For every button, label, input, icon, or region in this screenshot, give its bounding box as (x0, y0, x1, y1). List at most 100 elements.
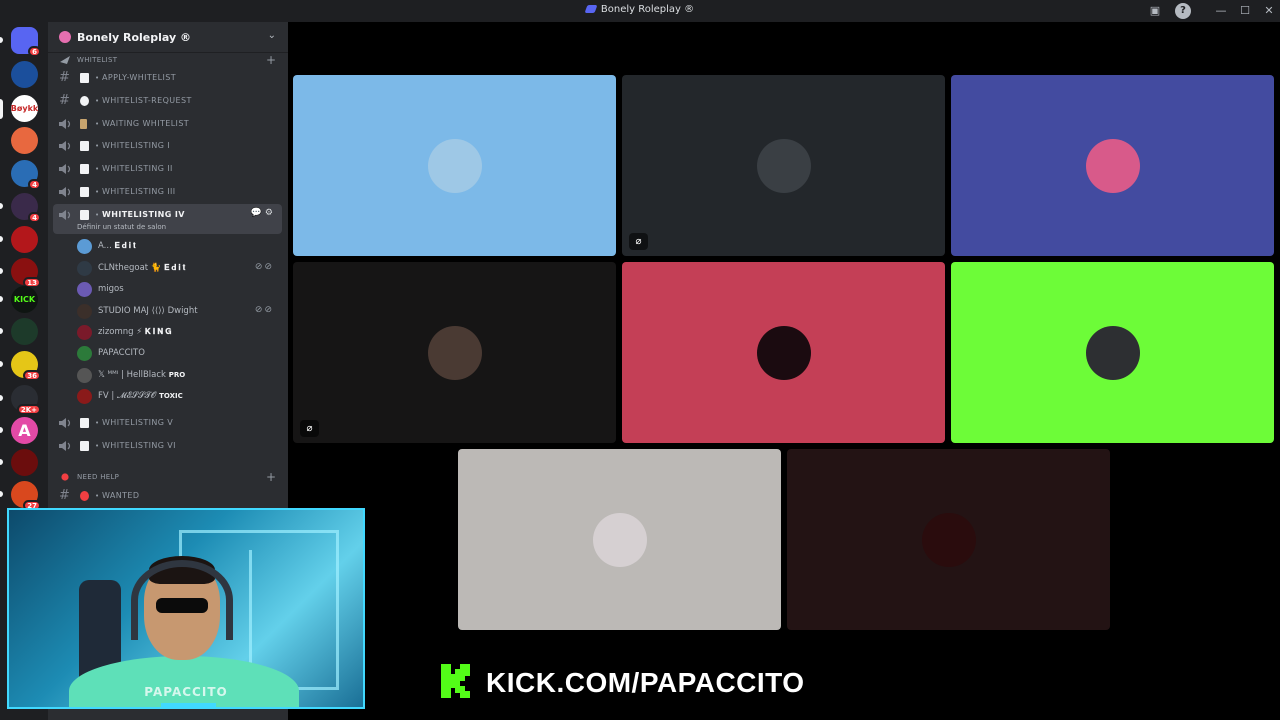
avatar (77, 346, 92, 361)
avatar (77, 239, 92, 254)
server-7-icon[interactable] (11, 226, 38, 253)
hash-icon: # (59, 93, 70, 108)
unread-pill (0, 99, 3, 119)
channel-status[interactable]: Définir un statut de salon (77, 223, 166, 231)
server-header[interactable]: Bonely Roleplay ® ⌄ (48, 22, 288, 53)
server-14-icon[interactable] (11, 449, 38, 476)
category-whitelist[interactable]: WHITELIST + (48, 53, 288, 68)
mention-badge: 36 (23, 370, 41, 381)
voice-user[interactable]: PAPACCITO (77, 344, 282, 364)
server-5-icon[interactable]: 4 (11, 160, 41, 190)
channel-name: WHITELISTING IV (102, 210, 185, 219)
category-label: WHITELIST (77, 56, 118, 64)
server-2-icon[interactable] (11, 61, 38, 88)
video-tile-1[interactable] (293, 75, 616, 256)
channel-whitelisting-iv[interactable]: • WHITELISTING IV Définir un statut de sal… (53, 204, 282, 234)
server-8-icon[interactable]: 13 (11, 258, 41, 288)
camera-off-icon: ⌀ (629, 233, 648, 250)
channel-whitelisting-v[interactable]: • WHITELISTING V (53, 412, 282, 434)
voice-user-name: PAPACCITO (98, 348, 145, 358)
title-bar: Bonely Roleplay ® ▣ ? — ☐ ✕ (0, 0, 1280, 22)
video-tile-7[interactable] (458, 449, 781, 630)
participant-avatar (428, 139, 482, 193)
voice-user-label: STUDIO MAJ ⟨⟨⟩⟩ Dwight (98, 306, 198, 316)
server-15-icon[interactable]: 27 (11, 481, 41, 511)
voice-user-name: zizomng ⚡ (98, 327, 143, 337)
voice-user-label: zizomng ⚡ 𝐊𝐈𝐍𝐆 (98, 327, 173, 337)
mention-badge: 4 (28, 179, 41, 190)
server-kick-icon[interactable]: KICK (11, 286, 38, 313)
add-channel-icon[interactable]: + (266, 470, 276, 484)
channel-waiting-whitelist[interactable]: • WAITING WHITELIST (53, 113, 282, 135)
channel-wanted[interactable]: # • WANTED (53, 485, 282, 507)
channel-name: WAITING WHITELIST (102, 119, 190, 128)
server-6-icon[interactable]: 4 (11, 193, 41, 223)
discord-icon (584, 5, 598, 13)
unread-pill (0, 328, 3, 334)
unread-pill (0, 268, 3, 274)
minimize-button[interactable]: — (1213, 3, 1229, 19)
user-tag: TOXIC (159, 392, 183, 400)
plane-icon (60, 56, 70, 64)
voice-user-name: A... (98, 241, 112, 251)
help-icon[interactable]: ? (1175, 3, 1191, 19)
voice-user[interactable]: STUDIO MAJ ⟨⟨⟩⟩ Dwight ⊘⊘ (77, 302, 282, 322)
avatar (77, 304, 92, 319)
channel-emoji-icon (80, 141, 89, 151)
channel-whitelist-request[interactable]: # • WHITELIST-REQUEST (53, 90, 282, 112)
video-tile-8[interactable] (787, 449, 1110, 630)
participant-avatar (757, 139, 811, 193)
speaker-icon (59, 210, 71, 220)
voice-user[interactable]: 𝕏 ᴹᴹᴵ | HellBlack PRO (77, 366, 282, 386)
channel-emoji-icon (80, 418, 89, 428)
window-title: Bonely Roleplay ® (0, 4, 1280, 15)
video-tile-3[interactable] (951, 75, 1274, 256)
voice-user[interactable]: migos (77, 280, 282, 300)
unread-pill (0, 236, 3, 242)
server-4-icon[interactable] (11, 127, 38, 154)
webcam-accent-bar (161, 703, 216, 707)
voice-user[interactable]: FV | 𝓜𝓔𝓢𝓢𝓣𝓞 TOXIC (77, 387, 282, 407)
separator-dot: • (95, 142, 100, 150)
channel-whitelisting-ii[interactable]: • WHITELISTING II (53, 158, 282, 180)
voice-user[interactable]: A... 𝐄𝐝𝐢𝐭 (77, 237, 282, 257)
separator-dot: • (95, 165, 100, 173)
video-tile-4[interactable]: ⌀ (293, 262, 616, 443)
server-13-icon[interactable]: A (11, 417, 38, 444)
server-icon (59, 31, 71, 43)
participant-avatar (922, 513, 976, 567)
voice-user[interactable]: zizomng ⚡ 𝐊𝐈𝐍𝐆 (77, 323, 282, 343)
channel-actions[interactable]: 💬⚙ (251, 208, 276, 218)
user-tag: 𝐄𝐝𝐢𝐭 (164, 263, 188, 272)
mention-badge: 6 (28, 46, 41, 57)
server-11-icon[interactable]: 36 (11, 351, 41, 381)
avatar (77, 282, 92, 297)
channel-whitelisting-i[interactable]: • WHITELISTING I (53, 135, 282, 157)
video-tile-6[interactable] (951, 262, 1274, 443)
unread-pill (0, 203, 3, 209)
video-tile-2[interactable]: ⌀ (622, 75, 945, 256)
channel-name: WHITELISTING VI (102, 441, 176, 450)
category-need-help[interactable]: NEED HELP + (48, 470, 288, 485)
maximize-button[interactable]: ☐ (1237, 3, 1253, 19)
avatar (77, 389, 92, 404)
separator-dot: • (95, 97, 100, 105)
chevron-down-icon[interactable]: ⌄ (268, 30, 276, 41)
channel-emoji-icon (80, 119, 87, 129)
video-tile-5[interactable] (622, 262, 945, 443)
discord-home-icon[interactable]: 6 (11, 27, 41, 57)
channel-whitelisting-iii[interactable]: • WHITELISTING III (53, 181, 282, 203)
server-12-icon[interactable]: 2K+ (11, 385, 41, 415)
voice-user-label: FV | 𝓜𝓔𝓢𝓢𝓣𝓞 TOXIC (98, 391, 183, 401)
avatar (77, 261, 92, 276)
channel-whitelisting-vi[interactable]: • WHITELISTING VI (53, 435, 282, 457)
voice-user-label: PAPACCITO (98, 348, 145, 358)
inbox-icon[interactable]: ▣ (1147, 3, 1163, 19)
close-button[interactable]: ✕ (1261, 3, 1277, 19)
add-channel-icon[interactable]: + (266, 53, 276, 67)
channel-apply-whitelist[interactable]: # • APPLY-WHITELIST (53, 67, 282, 89)
server-bayak-icon[interactable]: Bøykk (11, 95, 38, 122)
user-tag: PRO (168, 371, 186, 379)
server-10-icon[interactable] (11, 318, 38, 345)
voice-user[interactable]: CLNthegoat 🐈 𝐄𝐝𝐢𝐭 ⊘⊘ (77, 259, 282, 279)
